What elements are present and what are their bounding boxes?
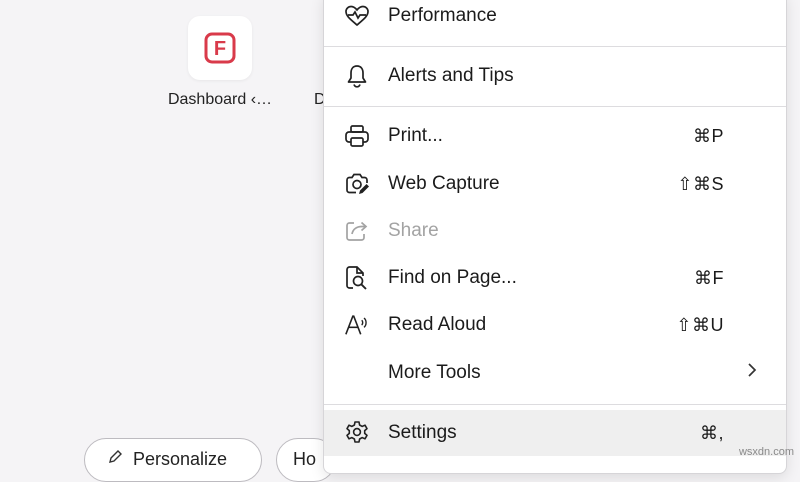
menu-divider [324, 106, 786, 107]
menu-item-label: Read Aloud [388, 314, 487, 335]
menu-item-label: Share [388, 220, 439, 241]
bell-icon [344, 63, 370, 89]
menu-item-label: Performance [388, 5, 497, 26]
menu-item-share[interactable]: Share [324, 208, 786, 254]
svg-text:F: F [214, 38, 226, 60]
menu-item-label: Alerts and Tips [388, 65, 514, 86]
menu-item-label: Settings [388, 422, 457, 443]
file-f-logo-icon: F [204, 32, 236, 64]
menu-item-label: Print... [388, 125, 443, 146]
menu-divider [324, 46, 786, 47]
menu-item-shortcut: ⇧⌘S [677, 173, 724, 194]
dashboard-tile-label: Dashboard ‹… [167, 91, 273, 108]
read-aloud-icon [344, 312, 370, 338]
menu-item-more-tools[interactable]: More Tools [324, 350, 786, 396]
pencil-icon [109, 450, 122, 463]
menu-item-print[interactable]: Print... ⌘P [324, 113, 786, 159]
menu-divider [324, 404, 786, 405]
share-icon [344, 218, 370, 244]
menu-item-label: Find on Page... [388, 267, 517, 288]
dashboard-tile[interactable]: F [188, 16, 252, 80]
menu-item-read-aloud[interactable]: Read Aloud ⇧⌘U [324, 302, 786, 348]
chevron-right-icon [746, 362, 758, 384]
menu-item-shortcut: ⌘F [694, 267, 724, 288]
menu-item-find[interactable]: Find on Page... ⌘F [324, 255, 786, 301]
menu-item-shortcut: ⌘P [692, 125, 724, 146]
menu-item-shortcut: ⇧⌘U [676, 314, 724, 335]
gear-icon [344, 420, 370, 446]
find-page-icon [344, 265, 370, 291]
menu-item-performance[interactable]: Performance [324, 0, 786, 39]
heart-pulse-icon [344, 3, 370, 29]
menu-item-settings[interactable]: Settings ⌘, [324, 410, 786, 456]
menu-item-alerts[interactable]: Alerts and Tips [324, 53, 786, 99]
printer-icon [344, 123, 370, 149]
camera-icon [344, 171, 370, 197]
personalize-button[interactable]: Personalize [84, 438, 262, 482]
menu-item-label: More Tools [388, 362, 481, 383]
menu-item-label: Web Capture [388, 173, 500, 194]
browser-menu: Performance Alerts and Tips Print... ⌘P [323, 0, 787, 474]
menu-item-shortcut: ⌘, [699, 422, 724, 443]
menu-item-web-capture[interactable]: Web Capture ⇧⌘S [324, 161, 786, 207]
watermark: wsxdn.com [738, 446, 794, 458]
